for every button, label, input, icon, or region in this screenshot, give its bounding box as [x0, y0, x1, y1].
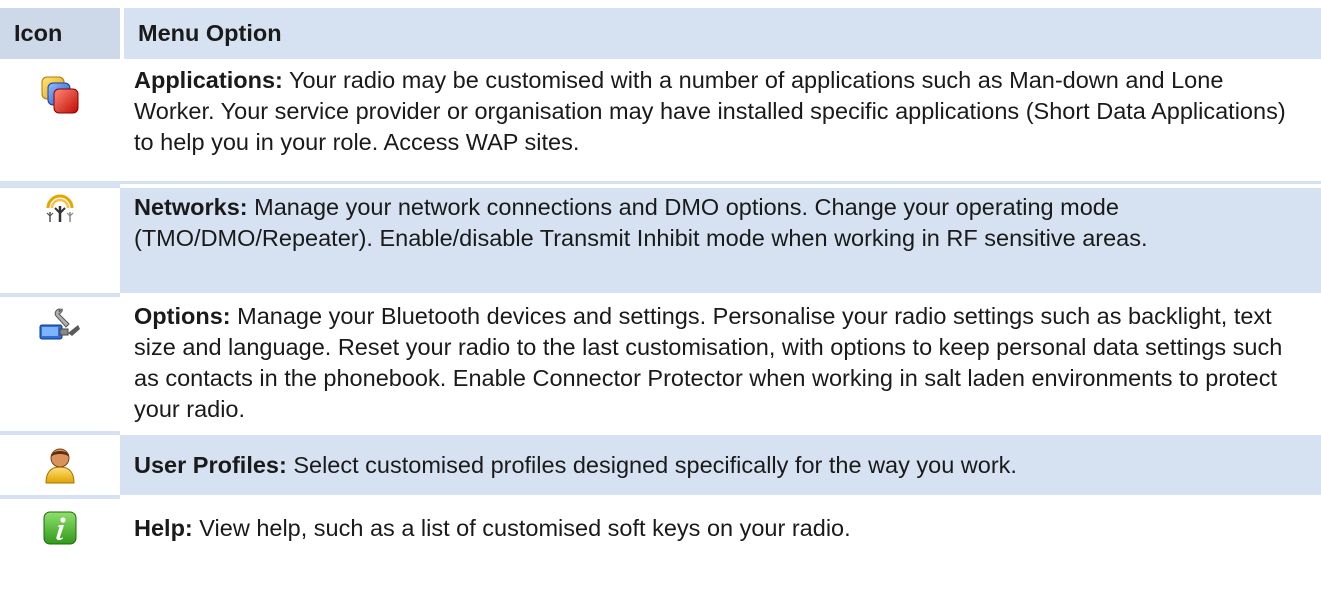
header-option-cell: Menu Option	[124, 8, 1321, 59]
option-cell: User Profiles: Select customised profile…	[120, 435, 1321, 495]
option-text: Manage your Bluetooth devices and settin…	[134, 303, 1283, 422]
table-row-help: Help: View help, such as a list of custo…	[0, 499, 1321, 557]
icon-cell	[0, 188, 120, 293]
options-icon	[39, 308, 80, 340]
header-option-label: Menu Option	[138, 20, 282, 46]
option-description: Networks: Manage your network connection…	[134, 192, 1307, 254]
help-icon	[43, 511, 77, 545]
option-title: Networks:	[134, 194, 248, 220]
option-text: Select customised profiles designed spec…	[286, 451, 1017, 478]
table-row-networks: Networks: Manage your network connection…	[0, 188, 1321, 293]
option-title: Help:	[134, 514, 193, 541]
option-title: Options:	[134, 303, 231, 329]
option-cell: Applications: Your radio may be customis…	[120, 63, 1321, 181]
table-row-user-profiles: User Profiles: Select customised profile…	[0, 435, 1321, 495]
icon-cell	[0, 297, 120, 431]
table-row-options: Options: Manage your Bluetooth devices a…	[0, 297, 1321, 431]
networks-icon	[46, 194, 74, 222]
menu-options-table: Icon Menu Option Applications: Your radi…	[0, 8, 1321, 557]
option-description: Options: Manage your Bluetooth devices a…	[134, 301, 1307, 425]
option-description: Applications: Your radio may be customis…	[134, 65, 1307, 158]
header-icon-label: Icon	[14, 20, 63, 46]
option-text: View help, such as a list of customised …	[192, 514, 851, 541]
option-text: Your radio may be customised with a numb…	[134, 67, 1286, 155]
header-icon-cell: Icon	[0, 8, 120, 59]
icon-cell	[0, 499, 120, 557]
option-text: Manage your network connections and DMO …	[134, 194, 1148, 251]
table-row-applications: Applications: Your radio may be customis…	[0, 63, 1321, 184]
option-title: User Profiles:	[134, 451, 287, 478]
option-description: User Profiles: Select customised profile…	[134, 450, 1017, 481]
option-title: Applications:	[134, 67, 283, 93]
applications-icon	[41, 76, 79, 114]
table-header-row: Icon Menu Option	[0, 8, 1321, 59]
option-cell: Networks: Manage your network connection…	[120, 188, 1321, 293]
option-cell: Help: View help, such as a list of custo…	[120, 499, 1321, 557]
option-description: Help: View help, such as a list of custo…	[134, 513, 851, 544]
option-cell: Options: Manage your Bluetooth devices a…	[120, 297, 1321, 431]
icon-cell	[0, 63, 120, 181]
icon-cell	[0, 435, 120, 495]
user-profiles-icon	[45, 448, 75, 484]
